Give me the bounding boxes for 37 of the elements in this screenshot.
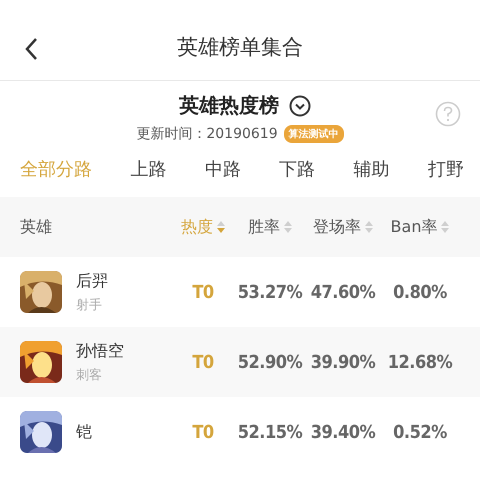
ban-rate: 0.80% [393, 282, 447, 302]
lane-tab[interactable]: 打野 [428, 155, 464, 183]
lane-tab[interactable]: 上路 [130, 155, 166, 183]
ban-rate: 12.68% [388, 352, 452, 372]
hero-role: 刺客 [76, 366, 103, 384]
lane-tab[interactable]: 辅助 [354, 155, 390, 183]
win-rate: 52.90% [238, 352, 302, 372]
column-header[interactable]: 英雄 [20, 216, 52, 238]
column-header[interactable]: 登场率 [313, 216, 361, 238]
hero-name: 后羿 [76, 270, 108, 292]
sort-icon[interactable] [365, 220, 373, 234]
appear-rate: 47.60% [310, 282, 376, 302]
ban-rate: 0.52% [393, 422, 447, 442]
hero-name: 铠 [76, 422, 92, 442]
hero-role: 射手 [76, 296, 103, 314]
hero-name: 孙悟空 [76, 340, 124, 362]
help-icon[interactable] [435, 101, 461, 127]
sort-icon[interactable] [217, 220, 225, 234]
update-time: 更新时间：20190619 [136, 125, 278, 143]
sort-icon[interactable] [284, 220, 292, 234]
board-title: 英雄热度榜 [179, 92, 279, 119]
page-title: 英雄榜单集合 [177, 34, 303, 61]
lane-tab[interactable]: 中路 [204, 155, 241, 183]
appear-rate: 39.40% [310, 422, 376, 442]
win-rate: 52.15% [238, 422, 302, 442]
status-badge: 算法测试中 [284, 125, 344, 143]
appear-rate: 39.90% [310, 352, 376, 372]
column-header[interactable]: Ban率 [390, 216, 438, 238]
column-header[interactable]: 胜率 [248, 216, 280, 238]
tier-value: T0 [192, 352, 214, 372]
lane-tab[interactable]: 下路 [279, 155, 316, 183]
back-icon[interactable] [24, 37, 38, 61]
tier-value: T0 [192, 422, 214, 442]
win-rate: 53.27% [238, 282, 302, 302]
dropdown-icon[interactable] [289, 94, 311, 116]
sort-icon[interactable] [441, 220, 450, 234]
tier-value: T0 [192, 282, 214, 302]
